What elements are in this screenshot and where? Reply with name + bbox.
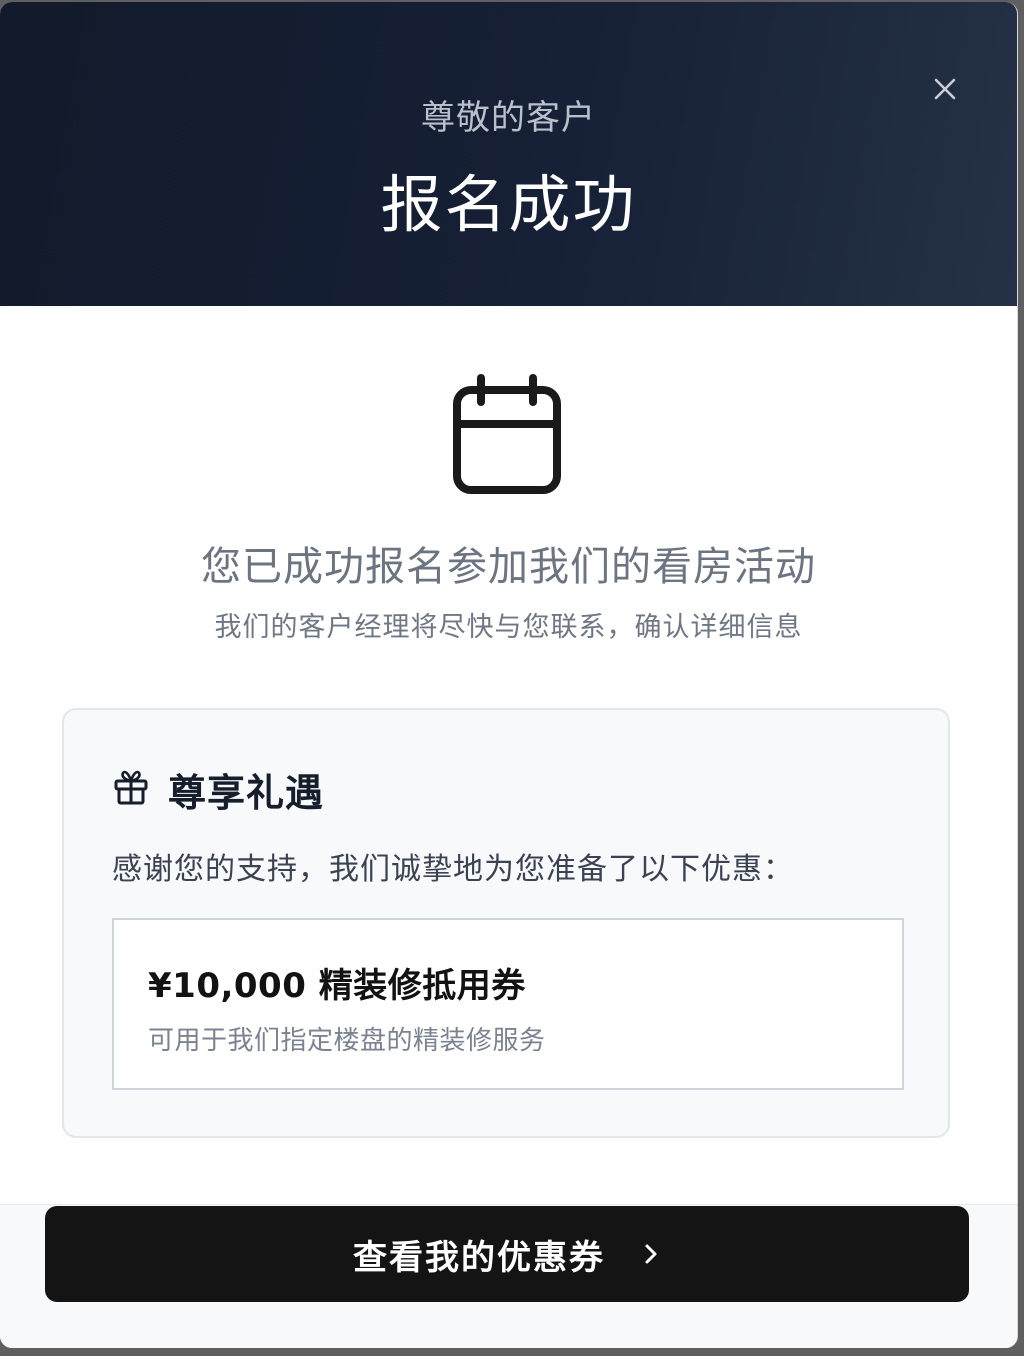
registration-success-dialog: 尊敬的客户 报名成功 您已成功报名参加我们的看房活动 我们的客户经理将尽快与您联… [0,2,1018,1348]
close-button[interactable] [928,72,962,106]
voucher-title: ¥10,000 精装修抵用券 [148,966,526,1006]
view-coupons-button[interactable]: 查看我的优惠券 [45,1206,969,1302]
chevron-right-icon [645,1244,657,1264]
greeting-text: 尊敬的客户 [421,98,596,138]
dialog-title: 报名成功 [380,168,637,241]
close-icon [934,78,956,100]
voucher-card: ¥10,000 精装修抵用券 可用于我们指定楼盘的精装修服务 [112,918,904,1090]
voucher-description: 可用于我们指定楼盘的精装修服务 [148,1026,546,1056]
view-coupons-label: 查看我的优惠券 [353,1237,605,1278]
success-message: 您已成功报名参加我们的看房活动 [201,544,816,590]
perks-card: 尊享礼遇 感谢您的支持，我们诚挚地为您准备了以下优惠： ¥10,000 精装修抵… [62,708,950,1138]
gift-icon [114,770,148,805]
perks-description: 感谢您的支持，我们诚挚地为您准备了以下优惠： [112,852,794,887]
calendar-icon [453,374,561,494]
dialog-header: 尊敬的客户 报名成功 [0,2,1017,306]
contact-notice: 我们的客户经理将尽快与您联系，确认详细信息 [214,612,803,643]
perks-title: 尊享礼遇 [168,771,325,815]
